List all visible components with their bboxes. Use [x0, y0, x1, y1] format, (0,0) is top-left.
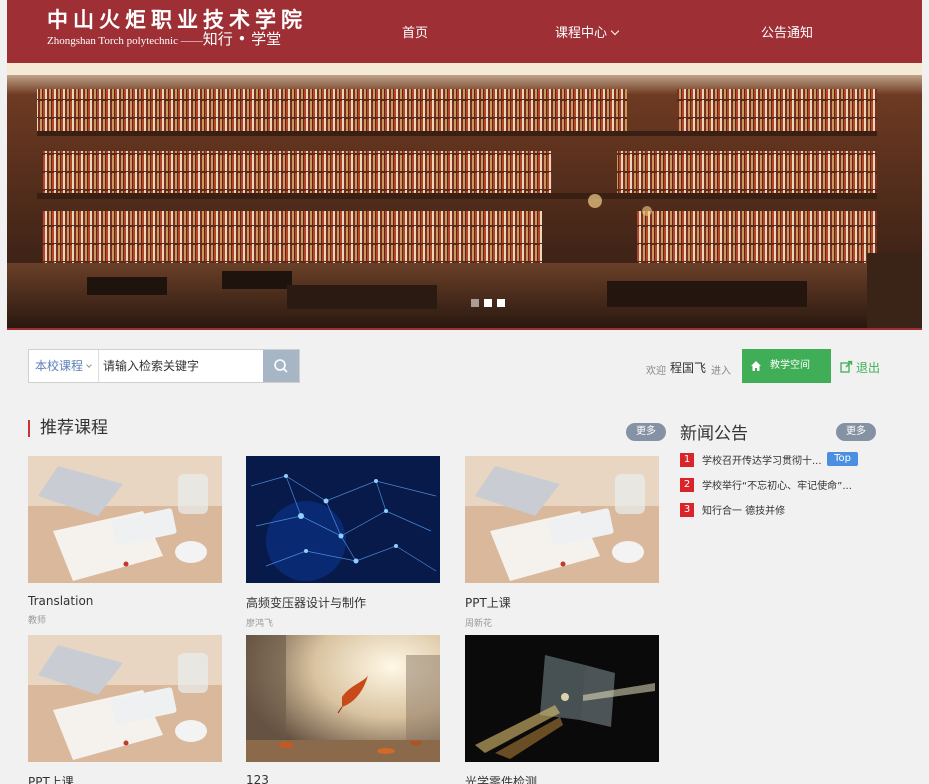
logo-english-name: Zhongshan Torch polytechnic ——知行 • 学堂 [47, 32, 307, 48]
course-thumbnail [246, 456, 440, 583]
course-teacher: 周新花 [465, 619, 493, 629]
search-scope-label: 本校课程 [35, 359, 84, 373]
course-search-box: 本校课程 [28, 349, 300, 383]
top-navigation-bar: 中山火炬职业技术学院 Zhongshan Torch polytechnic —… [7, 0, 922, 63]
course-title: 123 [246, 773, 269, 784]
recommended-courses-title: 推荐课程 [28, 420, 108, 437]
search-icon [274, 359, 288, 373]
top-badge: Top [827, 452, 858, 466]
nav-courses[interactable]: 课程中心 [555, 22, 620, 41]
news-item[interactable]: 2 学校举行“不忘初心、牢记使命”... [680, 477, 852, 492]
user-name: 程国飞 [670, 361, 707, 375]
news-item-text: 学校举行“不忘初心、牢记使命”... [702, 481, 852, 492]
course-title: Translation [28, 594, 94, 608]
carousel-dot[interactable] [471, 299, 479, 307]
course-teacher: 廖鸿飞 [246, 619, 274, 629]
course-card[interactable]: PPT上课 周新花 [465, 456, 659, 629]
course-title: PPT上课 [465, 596, 511, 610]
logo-chinese-name: 中山火炬职业技术学院 [47, 7, 307, 32]
chevron-down-icon [610, 26, 620, 36]
search-scope-dropdown[interactable]: 本校课程 [29, 350, 99, 382]
autumn-leaf-image [246, 635, 440, 762]
enter-label: 进入 [711, 366, 731, 377]
course-card[interactable]: PPT上课 [28, 635, 222, 784]
news-item[interactable]: 1 学校召开传达学习贯彻十... [680, 452, 822, 467]
desk-keyboard-image [28, 635, 222, 762]
search-input[interactable] [103, 350, 263, 382]
logo-motto: 知行 • 学堂 [202, 30, 282, 48]
recommended-more-button[interactable]: 更多 [626, 423, 666, 441]
news-rank-badge: 2 [680, 477, 694, 492]
library-banner-image [7, 63, 922, 328]
news-more-button[interactable]: 更多 [836, 423, 876, 441]
nav-home[interactable]: 首页 [402, 22, 428, 41]
banner-divider [7, 328, 922, 330]
course-title: 光学零件检测 [465, 775, 538, 784]
welcome-label: 欢迎 [646, 366, 666, 377]
desk-keyboard-image [465, 456, 659, 583]
news-section-title: 新闻公告 [680, 424, 748, 444]
teaching-space-label: 教学空间 [770, 360, 810, 371]
course-card[interactable]: 光学零件检测 [465, 635, 659, 784]
search-button[interactable] [263, 350, 299, 382]
course-title: PPT上课 [28, 775, 74, 784]
home-icon [751, 361, 761, 371]
course-card[interactable]: Translation 教师 [28, 456, 222, 626]
library-photo-illustration [7, 63, 922, 328]
news-rank-badge: 3 [680, 502, 694, 517]
course-card[interactable]: 123 [246, 635, 440, 784]
logo-english-text: Zhongshan Torch polytechnic —— [47, 35, 203, 47]
news-rank-badge: 1 [680, 452, 694, 467]
course-title: 高频变压器设计与制作 [246, 596, 367, 610]
chevron-down-icon [86, 362, 92, 368]
network-tech-image [246, 456, 440, 583]
course-thumbnail [465, 456, 659, 583]
news-item-text: 学校召开传达学习贯彻十... [702, 456, 822, 467]
nav-courses-label: 课程中心 [555, 26, 608, 41]
course-card[interactable]: 高频变压器设计与制作 廖鸿飞 [246, 456, 440, 629]
news-item[interactable]: 3 知行合一 德技并修 [680, 502, 785, 517]
course-thumbnail [246, 635, 440, 762]
desk-keyboard-image [28, 456, 222, 583]
course-thumbnail [465, 635, 659, 762]
course-thumbnail [28, 635, 222, 762]
logout-link[interactable]: 退出 [840, 359, 880, 376]
course-thumbnail [28, 456, 222, 583]
carousel-indicators [471, 299, 505, 307]
carousel-dot[interactable] [484, 299, 492, 307]
course-teacher: 教师 [28, 616, 47, 626]
nav-notices[interactable]: 公告通知 [761, 22, 813, 41]
logout-icon [840, 360, 853, 373]
news-item-text: 知行合一 德技并修 [702, 506, 786, 517]
optical-prism-image [465, 635, 659, 762]
school-logo[interactable]: 中山火炬职业技术学院 Zhongshan Torch polytechnic —… [47, 8, 307, 48]
logout-label: 退出 [856, 361, 881, 375]
teaching-space-button[interactable]: 教学空间 [742, 349, 831, 383]
carousel-dot[interactable] [497, 299, 505, 307]
